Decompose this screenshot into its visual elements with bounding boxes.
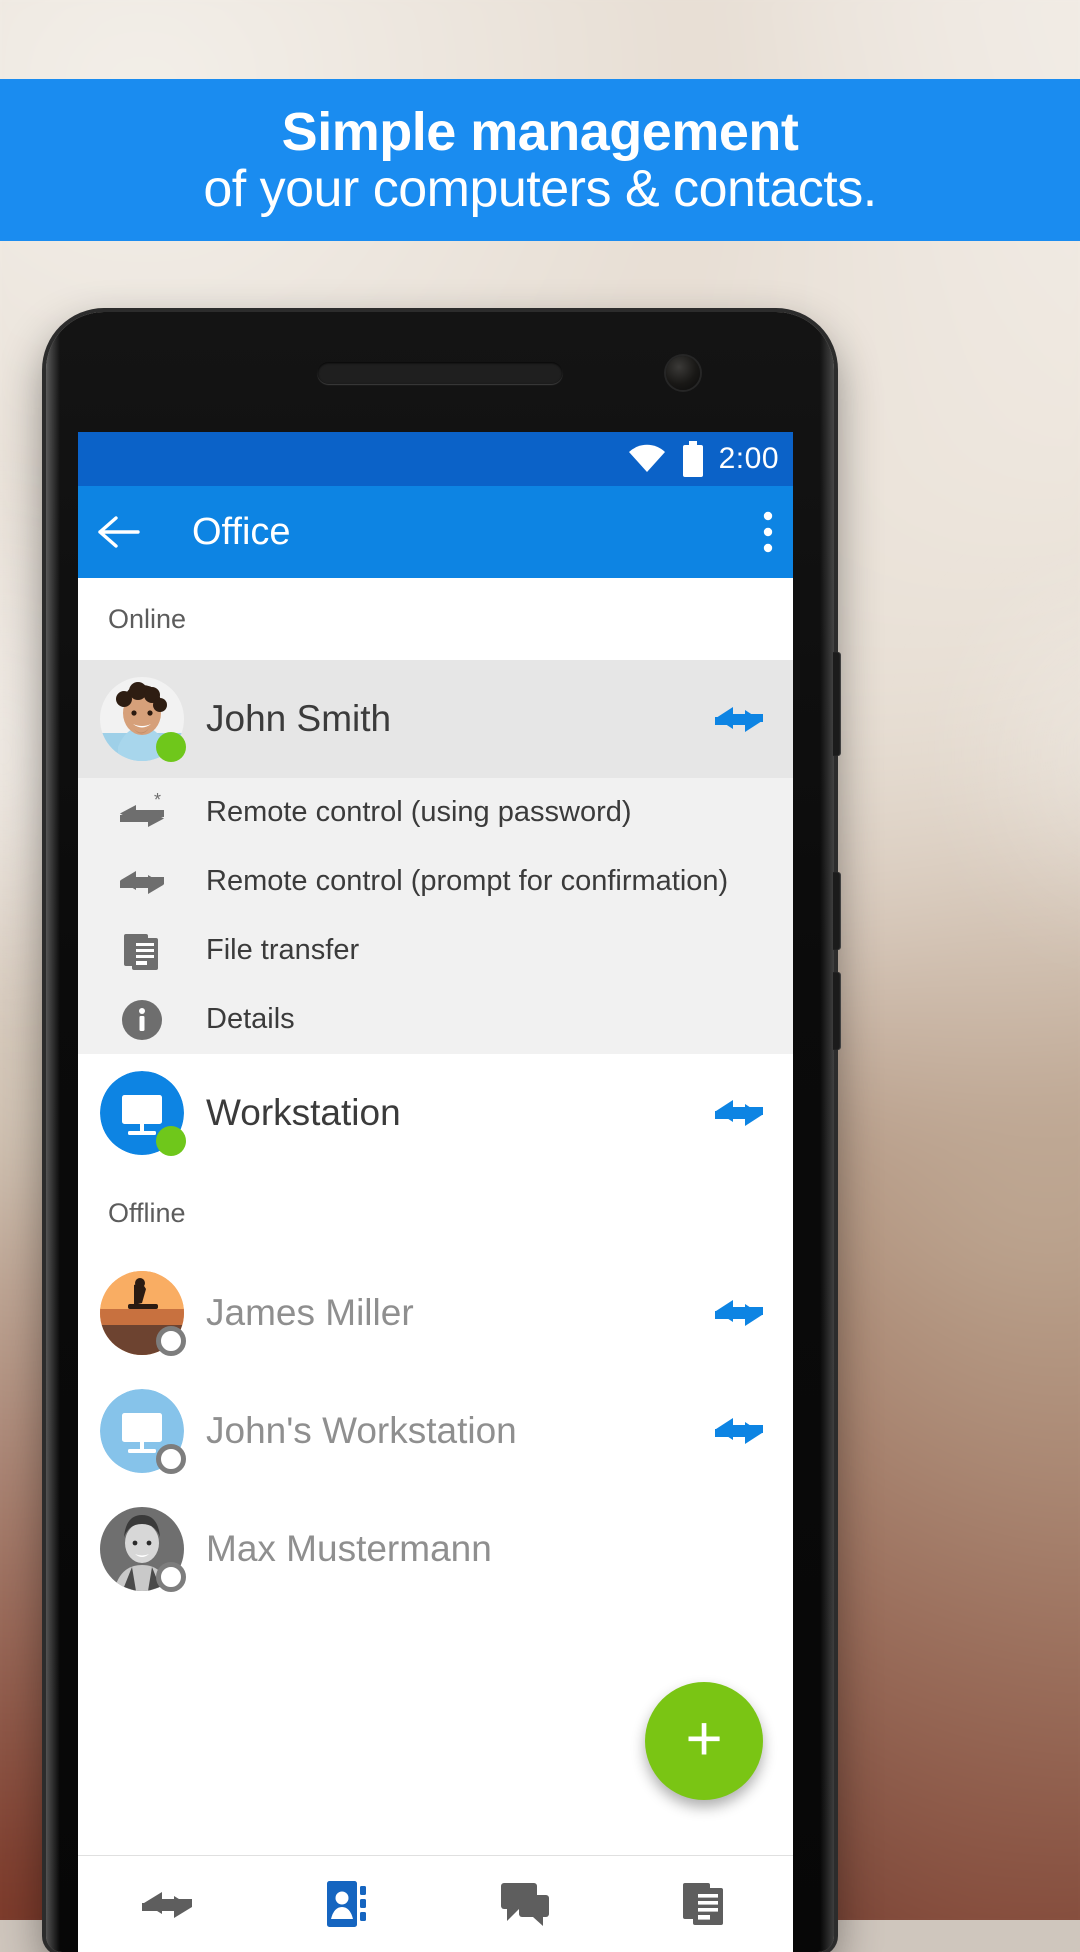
overflow-menu-icon[interactable] [761, 508, 775, 556]
app-bar: Office [78, 486, 793, 578]
volume-button[interactable] [833, 652, 841, 756]
remote-control-icon[interactable] [713, 702, 765, 736]
status-bar-time: 2:00 [718, 442, 779, 475]
status-dot-online [156, 1126, 186, 1156]
bottom-navigation [78, 1855, 793, 1952]
nav-item-file-transfer[interactable] [614, 1856, 793, 1952]
back-arrow-icon[interactable] [96, 512, 140, 552]
list-item-james-miller[interactable]: James Miller [78, 1254, 793, 1372]
phone-screen: 2:00 Office Online John Smith * Remote c… [78, 432, 793, 1952]
remote-control-icon [100, 862, 184, 902]
chat-icon [499, 1881, 551, 1927]
section-header-online: Online [78, 578, 793, 660]
remote-control-password-icon: * [100, 793, 184, 833]
remote-control-icon[interactable] [713, 1096, 765, 1130]
info-icon [100, 997, 184, 1043]
battery-icon [681, 441, 705, 477]
submenu-item-label: Remote control (using password) [206, 796, 632, 828]
wifi-icon [627, 444, 667, 474]
add-contact-fab[interactable]: + [645, 1682, 763, 1800]
status-dot-offline [156, 1562, 186, 1592]
plus-icon: + [685, 1702, 723, 1774]
submenu-item-label: Remote control (prompt for confirmation) [206, 865, 729, 897]
power-button[interactable] [833, 872, 841, 950]
list-item-john-smith[interactable]: John Smith [78, 660, 793, 778]
phone-mockup: 2:00 Office Online John Smith * Remote c… [46, 312, 841, 1952]
promo-banner: Simple management of your computers & co… [0, 79, 1080, 241]
section-header-offline: Offline [78, 1172, 793, 1254]
remote-control-icon [138, 1884, 196, 1924]
list-item-label: Workstation [206, 1092, 401, 1133]
nav-item-chat[interactable] [436, 1856, 615, 1952]
status-dot-offline [156, 1326, 186, 1356]
list-item-max-mustermann[interactable]: Max Mustermann [78, 1490, 793, 1608]
file-transfer-icon [100, 929, 184, 973]
file-transfer-icon [679, 1879, 729, 1929]
list-item-label: John's Workstation [206, 1410, 517, 1451]
promo-banner-line1: Simple management [281, 102, 799, 162]
list-item-label: John Smith [206, 698, 392, 739]
list-item-johns-workstation[interactable]: John's Workstation [78, 1372, 793, 1490]
avatar [100, 1071, 186, 1156]
remote-control-icon[interactable] [713, 1414, 765, 1448]
page-title: Office [192, 510, 291, 553]
earpiece-speaker [317, 362, 563, 384]
contacts-icon [321, 1879, 371, 1929]
side-button[interactable] [833, 972, 841, 1050]
avatar [100, 1389, 186, 1474]
nav-item-contacts[interactable] [257, 1856, 436, 1952]
context-submenu: * Remote control (using password) Remote… [78, 778, 793, 1054]
submenu-item-label: Details [206, 1003, 295, 1035]
list-item-label: Max Mustermann [206, 1528, 492, 1569]
front-camera [666, 356, 700, 390]
status-dot-online [156, 732, 186, 762]
submenu-item-label: File transfer [206, 934, 360, 966]
submenu-item-file-transfer[interactable]: File transfer [78, 916, 793, 985]
remote-control-icon[interactable] [713, 1296, 765, 1330]
nav-item-remote-control[interactable] [78, 1856, 257, 1952]
submenu-item-remote-control-confirm[interactable]: Remote control (prompt for confirmation) [78, 847, 793, 916]
submenu-item-remote-control-password[interactable]: * Remote control (using password) [78, 778, 793, 847]
avatar [100, 1507, 186, 1592]
svg-text:*: * [154, 793, 161, 810]
status-dot-offline [156, 1444, 186, 1474]
submenu-item-details[interactable]: Details [78, 985, 793, 1054]
list-item-label: James Miller [206, 1292, 414, 1333]
avatar [100, 1271, 186, 1356]
avatar [100, 677, 186, 762]
list-item-workstation[interactable]: Workstation [78, 1054, 793, 1172]
promo-banner-line2: of your computers & contacts. [203, 160, 877, 218]
status-bar: 2:00 [78, 432, 793, 486]
